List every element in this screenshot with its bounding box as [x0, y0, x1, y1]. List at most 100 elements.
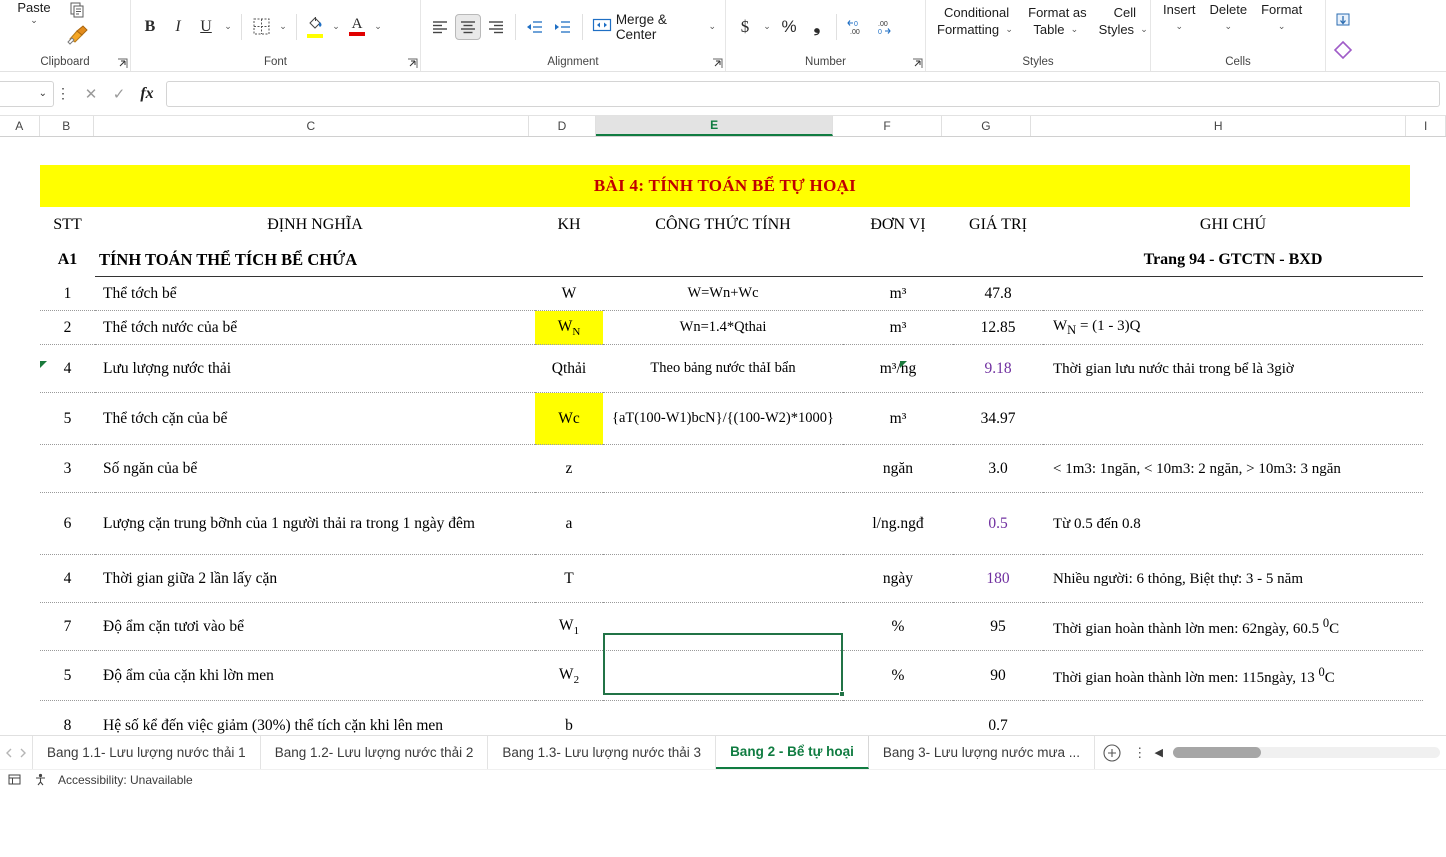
row-gutter[interactable]: [0, 651, 40, 701]
format-cells-button[interactable]: Format ⌄: [1255, 0, 1308, 42]
column-header-e[interactable]: E: [596, 116, 834, 136]
alignment-dialog-launcher[interactable]: [712, 58, 723, 69]
font-color-chevron-down-icon[interactable]: ⌄: [371, 21, 385, 32]
increase-decimal-button[interactable]: 0 .00: [843, 14, 869, 40]
cell-styles-chevron-down-icon[interactable]: ⌄: [1137, 21, 1151, 38]
format-painter-icon[interactable]: [64, 23, 92, 48]
cell-ghi-chu[interactable]: < 1m3: 1ngăn, < 10m3: 2 ngăn, > 10m3: 3 …: [1043, 445, 1423, 493]
column-header-d[interactable]: D: [528, 116, 597, 136]
cell-don-vi[interactable]: m³/ng: [843, 345, 953, 393]
cell-gia-tri[interactable]: 47.8: [953, 277, 1043, 311]
header-cong-thuc[interactable]: CÔNG THỨC TÍNH: [603, 207, 843, 242]
workbook-statistics-icon[interactable]: [6, 773, 22, 786]
header-ghi-chu[interactable]: GHI CHÚ: [1043, 207, 1423, 242]
cell-dinh-nghia[interactable]: Độ ẩm của cặn khi lờn men: [95, 651, 535, 701]
decrease-indent-button[interactable]: [522, 14, 548, 40]
row-gutter[interactable]: [0, 311, 40, 345]
row-gutter[interactable]: [0, 445, 40, 493]
section-stt[interactable]: A1: [40, 242, 95, 277]
column-header-a[interactable]: A: [0, 116, 40, 136]
cell-ghi-chu[interactable]: WN = (1 - 3)Q: [1043, 311, 1423, 345]
blank-cell[interactable]: [843, 242, 953, 277]
align-center-button[interactable]: [455, 13, 481, 40]
comment-indicator[interactable]: [900, 361, 907, 368]
font-dialog-launcher[interactable]: [407, 58, 418, 69]
cell-ghi-chu[interactable]: Nhiều người: 6 thỏng, Biệt thự: 3 - 5 nă…: [1043, 555, 1423, 603]
cell-kh[interactable]: a: [535, 493, 603, 555]
section-title[interactable]: TÍNH TOÁN THỂ TÍCH BỂ CHỨA: [95, 242, 535, 277]
cell-ghi-chu[interactable]: Thời gian hoàn thành lờn men: 115ngày, 1…: [1043, 651, 1423, 701]
cell-kh[interactable]: z: [535, 445, 603, 493]
sheet-tab[interactable]: Bang 1.1- Lưu lượng nước thải 1: [32, 736, 261, 769]
accounting-format-button[interactable]: $: [732, 14, 758, 40]
cell-cong-thuc[interactable]: [603, 651, 843, 701]
cell-ghi-chu[interactable]: Thời gian hoàn thành lờn men: 62ngày, 60…: [1043, 603, 1423, 651]
section-note[interactable]: Trang 94 - GTCTN - BXD: [1043, 242, 1423, 277]
cell-don-vi[interactable]: m³: [843, 311, 953, 345]
delete-cells-button[interactable]: Delete ⌄: [1204, 0, 1254, 42]
increase-indent-button[interactable]: [550, 14, 576, 40]
clear-icon[interactable]: [1332, 40, 1354, 63]
cell-kh[interactable]: W: [535, 277, 603, 311]
delete-chevron-down-icon[interactable]: ⌄: [1221, 18, 1235, 35]
copy-icon[interactable]: [68, 2, 88, 23]
cell-stt[interactable]: 3: [40, 445, 95, 493]
row-gutter[interactable]: [0, 493, 40, 555]
row-gutter[interactable]: [0, 277, 40, 311]
align-left-button[interactable]: [427, 14, 453, 40]
cell-gia-tri[interactable]: 9.18: [953, 345, 1043, 393]
format-chevron-down-icon[interactable]: ⌄: [1275, 18, 1289, 35]
cell-stt[interactable]: 1: [40, 277, 95, 311]
cell-cong-thuc[interactable]: {aT(100-W1)bcN}/{(100-W2)*1000}: [603, 393, 843, 445]
horizontal-scroll-thumb[interactable]: [1173, 747, 1262, 758]
clipboard-dialog-launcher[interactable]: [117, 58, 128, 69]
cell-cong-thuc[interactable]: W=Wn+Wc: [603, 277, 843, 311]
format-as-table-button[interactable]: Format as Table ⌄: [1023, 0, 1092, 42]
column-header-h[interactable]: H: [1030, 116, 1407, 136]
cell-dinh-nghia[interactable]: Lưu lượng nước thải: [95, 345, 535, 393]
cell-kh[interactable]: W1: [535, 603, 603, 651]
cell-kh[interactable]: Qthải: [535, 345, 603, 393]
cell-don-vi[interactable]: %: [843, 651, 953, 701]
cell-gia-tri[interactable]: 3.0: [953, 445, 1043, 493]
cell-don-vi[interactable]: ngày: [843, 555, 953, 603]
sheet-tab[interactable]: Bang 3- Lưu lượng nước mưa ...: [869, 736, 1096, 769]
format-as-table-chevron-down-icon[interactable]: ⌄: [1067, 21, 1081, 38]
column-header-i[interactable]: I: [1406, 116, 1446, 136]
borders-button[interactable]: [248, 14, 274, 40]
cell-cong-thuc[interactable]: Theo bảng nước thảI bẩn: [603, 345, 843, 393]
cell-stt[interactable]: 6: [40, 493, 95, 555]
accounting-chevron-down-icon[interactable]: ⌄: [760, 21, 774, 32]
cell-dinh-nghia[interactable]: Thời gian giữa 2 lần lấy cặn: [95, 555, 535, 603]
comment-indicator[interactable]: [40, 361, 47, 368]
cell-stt[interactable]: 5: [40, 393, 95, 445]
underline-button[interactable]: U: [193, 14, 219, 40]
blank-cell[interactable]: [603, 242, 843, 277]
align-right-button[interactable]: [483, 14, 509, 40]
decrease-decimal-button[interactable]: .00 0: [871, 14, 897, 40]
row-gutter[interactable]: [0, 603, 40, 651]
column-header-b[interactable]: B: [39, 116, 94, 136]
sheet-tab[interactable]: Bang 1.3- Lưu lượng nước thải 3: [488, 736, 717, 769]
font-color-button[interactable]: A: [345, 14, 369, 40]
paste-button[interactable]: Paste ⌄: [6, 0, 62, 26]
cell-ghi-chu[interactable]: [1043, 277, 1423, 311]
row-gutter[interactable]: [0, 555, 40, 603]
merge-and-center-button[interactable]: Merge & Center: [589, 12, 704, 42]
header-dinh-nghia[interactable]: ĐỊNH NGHĨA: [95, 207, 535, 242]
accessibility-icon[interactable]: [32, 773, 48, 786]
fill-color-chevron-down-icon[interactable]: ⌄: [329, 21, 343, 32]
conditional-formatting-button[interactable]: Conditional Formatting ⌄: [932, 0, 1021, 42]
formula-input[interactable]: [166, 80, 1440, 107]
percent-style-button[interactable]: %: [776, 14, 802, 40]
sheet-tab-active[interactable]: Bang 2 - Bể tự hoại: [716, 736, 869, 769]
cell-cong-thuc[interactable]: [603, 445, 843, 493]
header-stt[interactable]: STT: [40, 207, 95, 242]
row-gutter[interactable]: [0, 345, 40, 393]
cell-don-vi[interactable]: l/ng.ngđ: [843, 493, 953, 555]
comma-style-button[interactable]: ❟: [804, 14, 830, 40]
name-box-chevron-down-icon[interactable]: ⌄: [39, 88, 47, 99]
blank-cell[interactable]: [535, 242, 603, 277]
blank-cell[interactable]: [0, 242, 40, 277]
cell-dinh-nghia[interactable]: Thể tớch bể: [95, 277, 535, 311]
